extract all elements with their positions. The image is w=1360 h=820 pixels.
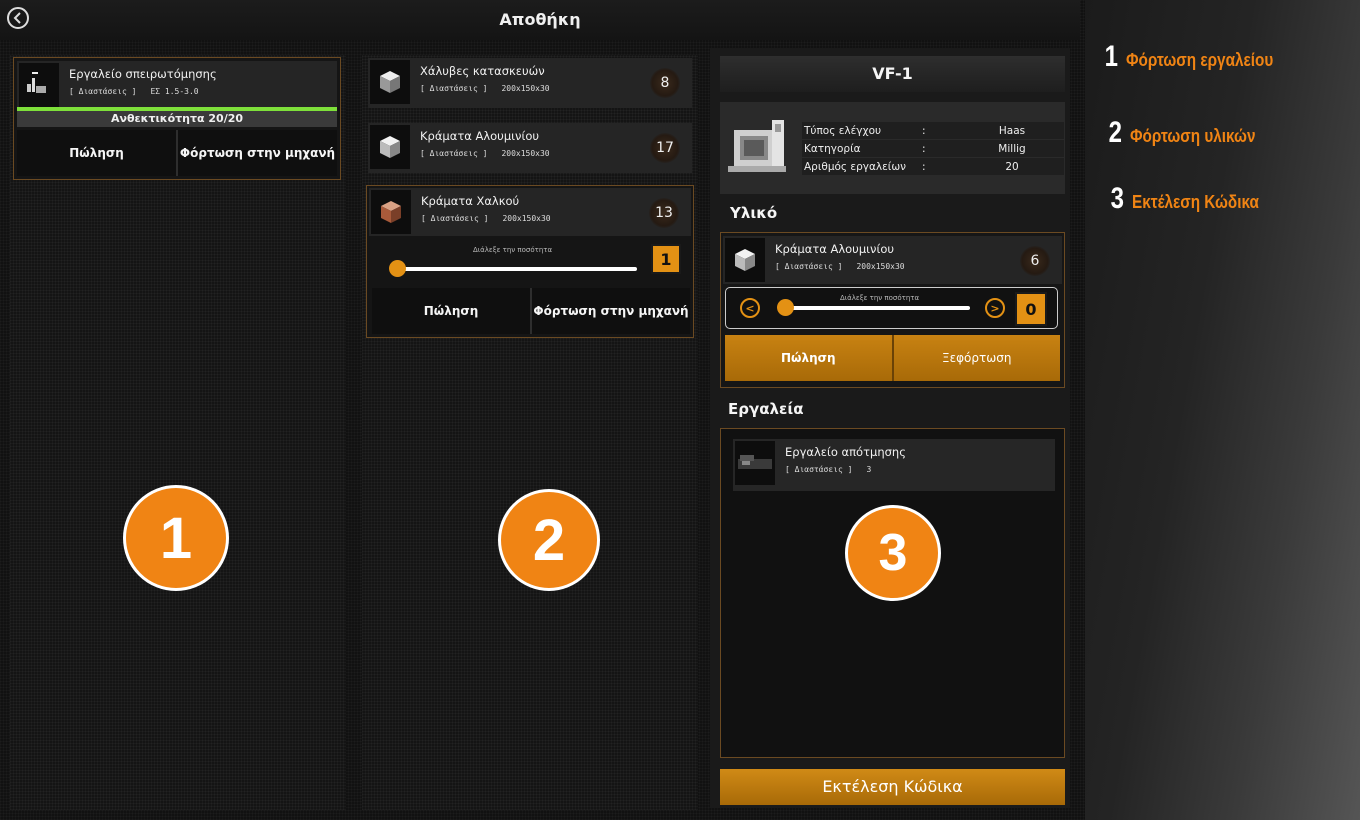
page-title: Αποθήκη: [499, 10, 581, 29]
info-label: Αριθμός εργαλείων: [804, 160, 907, 173]
material-item[interactable]: Χάλυβες κατασκευών [ Διαστάσεις ] 200x150…: [368, 58, 692, 108]
machine-name: VF-1: [720, 56, 1065, 92]
info-label: Κατηγορία: [804, 142, 861, 155]
quantity-slider-track[interactable]: [395, 267, 637, 271]
step-text: Φόρτωση υλικών: [1129, 126, 1256, 146]
material-heading: Υλικό: [730, 204, 778, 222]
quantity-slider-knob[interactable]: [389, 260, 406, 277]
dims-value: 3: [866, 465, 872, 474]
step-number: 3: [1110, 182, 1125, 215]
material-count: 17: [650, 133, 680, 163]
dims-label: [ Διαστάσεις ]: [69, 87, 137, 96]
instruction-step: 1 Φόρτωση εργαλείου: [1103, 40, 1299, 74]
step-text: Φόρτωση εργαλείου: [1125, 50, 1273, 70]
sell-button[interactable]: Πώληση: [17, 130, 176, 176]
aluminium-cube-icon: [370, 125, 410, 169]
info-sep: :: [922, 160, 926, 173]
info-value: 20: [1005, 160, 1019, 173]
material-item[interactable]: Κράματα Αλουμινίου [ Διαστάσεις ] 200x150…: [368, 123, 692, 173]
tool-name: Εργαλείο σπειρωτόμησης: [69, 67, 217, 81]
step-badge-1: 1: [123, 485, 229, 591]
instructions-panel: 1 Φόρτωση εργαλείου 2 Φόρτωση υλικών 3 Ε…: [1085, 0, 1360, 820]
quantity-slider-knob[interactable]: [777, 299, 794, 316]
step-number: 1: [1104, 40, 1119, 73]
machine-tools-panel: Εργαλείο απότμησης [ Διαστάσεις ] 3 3: [720, 428, 1065, 758]
material-name: Χάλυβες κατασκευών: [420, 64, 545, 78]
dims-value: 200x150x30: [502, 214, 551, 223]
increase-arrow-icon[interactable]: >: [985, 298, 1005, 318]
machine-info-panel: Τύπος ελέγχου : Haas Κατηγορία : Millig …: [720, 102, 1065, 194]
machine-column: VF-1 Τύπος ελέγχου : Haas Κατηγορία : Mi…: [710, 48, 1070, 808]
info-value: Haas: [998, 124, 1026, 137]
dims-label: [ Διαστάσεις ]: [420, 149, 488, 158]
decrease-arrow-icon[interactable]: <: [740, 298, 760, 318]
instruction-step: 2 Φόρτωση υλικών: [1107, 116, 1277, 150]
aluminium-cube-icon: [725, 238, 765, 282]
material-count: 6: [1020, 246, 1050, 276]
info-sep: :: [922, 142, 926, 155]
quantity-slider-label: Διάλεξε την ποσότητα: [473, 246, 553, 254]
machine-tool-item[interactable]: Εργαλείο απότμησης [ Διαστάσεις ] 3: [733, 439, 1055, 491]
dims-label: [ Διαστάσεις ]: [775, 262, 843, 271]
materials-column: Χάλυβες κατασκευών [ Διαστάσεις ] 200x150…: [362, 55, 698, 810]
sell-button[interactable]: Πώληση: [372, 288, 530, 334]
material-count: 8: [650, 68, 680, 98]
step-badge-2: 2: [498, 489, 600, 591]
quantity-slider-track[interactable]: [784, 306, 970, 310]
selected-material-card[interactable]: Κράματα Χαλκού [ Διαστάσεις ] 200x150x30 …: [366, 185, 694, 338]
top-bar: Αποθήκη: [0, 0, 1080, 40]
dims-value: ΕΣ 1.5-3.0: [150, 87, 199, 96]
material-count: 13: [649, 198, 679, 228]
warehouse-screen: Αποθήκη Εργαλείο σπειρωτόμησης [ Διαστάσ…: [0, 0, 1360, 820]
load-to-machine-button[interactable]: Φόρτωση στην μηχανή: [176, 130, 337, 176]
quantity-control: < Διάλεξε την ποσότητα > 0: [725, 287, 1058, 329]
dims-label: [ Διαστάσεις ]: [420, 84, 488, 93]
tool-name: Εργαλείο απότμησης: [785, 445, 906, 459]
info-sep: :: [922, 124, 926, 137]
machine-material-card[interactable]: Κράματα Αλουμινίου [ Διαστάσεις ] 200x150…: [720, 232, 1065, 388]
material-name: Κράματα Χαλκού: [421, 194, 520, 208]
copper-cube-icon: [371, 190, 411, 234]
unload-button[interactable]: Ξεφόρτωση: [891, 335, 1060, 381]
step-text: Εκτέλεση Κώδικα: [1131, 192, 1259, 212]
dims-value: 200x150x30: [856, 262, 905, 271]
tools-column: Εργαλείο σπειρωτόμησης [ Διαστάσεις ] ΕΣ …: [10, 55, 346, 810]
tool-card[interactable]: Εργαλείο σπειρωτόμησης [ Διαστάσεις ] ΕΣ …: [13, 57, 341, 180]
info-value: Millig: [998, 142, 1026, 155]
tools-heading: Εργαλεία: [728, 400, 804, 418]
sell-button[interactable]: Πώληση: [725, 335, 892, 381]
load-to-machine-button[interactable]: Φόρτωση στην μηχανή: [530, 288, 690, 334]
quantity-box[interactable]: 0: [1015, 292, 1047, 326]
info-label: Τύπος ελέγχου: [804, 124, 882, 137]
durability-text: Ανθεκτικότητα 20/20: [17, 111, 337, 127]
quantity-box[interactable]: 1: [651, 244, 681, 274]
execute-code-button[interactable]: Εκτέλεση Κώδικα: [720, 769, 1065, 805]
tap-tool-thumbnail: [19, 63, 59, 107]
dims-value: 200x150x30: [501, 84, 550, 93]
cnc-machine-icon: [728, 116, 790, 180]
dims-label: [ Διαστάσεις ]: [785, 465, 853, 474]
steel-cube-icon: [370, 60, 410, 104]
step-badge-3: 3: [845, 505, 941, 601]
dims-value: 200x150x30: [501, 149, 550, 158]
instruction-step: 3 Εκτέλεση Κώδικα: [1109, 182, 1281, 216]
material-name: Κράματα Αλουμινίου: [775, 242, 895, 256]
quantity-slider-label: Διάλεξε την ποσότητα: [840, 294, 920, 302]
cutoff-tool-thumbnail: [735, 441, 775, 485]
step-number: 2: [1108, 116, 1123, 149]
dims-label: [ Διαστάσεις ]: [421, 214, 489, 223]
material-name: Κράματα Αλουμινίου: [420, 129, 540, 143]
